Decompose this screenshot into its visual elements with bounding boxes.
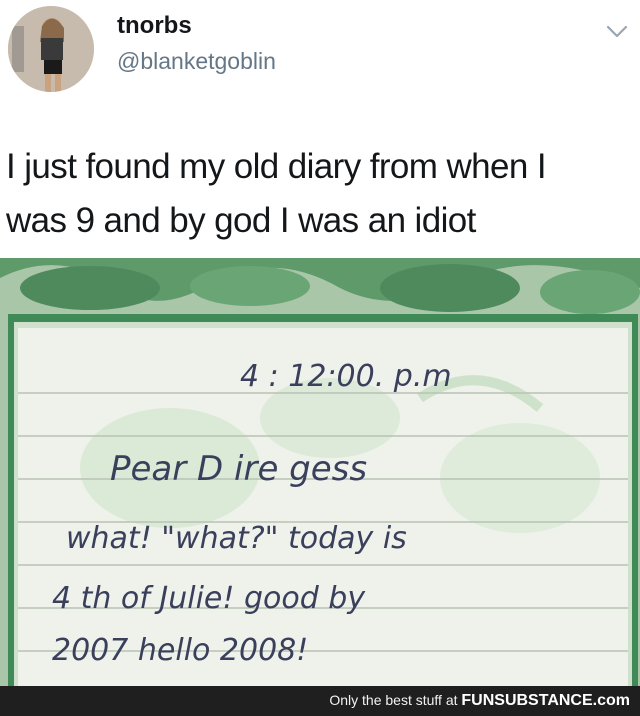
- diary-line: Pear D ire gess: [110, 449, 367, 489]
- site-footer: Only the best stuff at FUNSUBSTANCE.com: [0, 686, 640, 716]
- tweet-text: I just found my old diary from when I wa…: [6, 140, 626, 248]
- footer-brand[interactable]: FUNSUBSTANCE.com: [461, 692, 630, 709]
- avatar[interactable]: [8, 6, 94, 92]
- diary-line: 2007 hello 2008!: [52, 633, 308, 668]
- tweet-text-line: I just found my old diary from when I: [6, 147, 547, 186]
- diary-line: what! "what?" today is: [66, 521, 407, 556]
- diary-photo[interactable]: 4 : 12:00. p.m Pear D ire gess what! "wh…: [0, 258, 640, 686]
- tweet-header: tnorbs @blanketgoblin: [0, 0, 640, 110]
- diary-line: 4 th of Julie! good by: [52, 581, 366, 616]
- user-handle[interactable]: @blanketgoblin: [117, 48, 276, 75]
- diary-time: 4 : 12:00. p.m: [240, 359, 452, 394]
- chevron-down-icon[interactable]: [606, 24, 628, 40]
- footer-prefix: Only the best stuff at: [329, 692, 458, 708]
- display-name[interactable]: tnorbs: [117, 12, 192, 40]
- tweet-text-line: was 9 and by god I was an idiot: [6, 201, 476, 240]
- footer-credit[interactable]: Only the best stuff at FUNSUBSTANCE.com: [329, 692, 630, 710]
